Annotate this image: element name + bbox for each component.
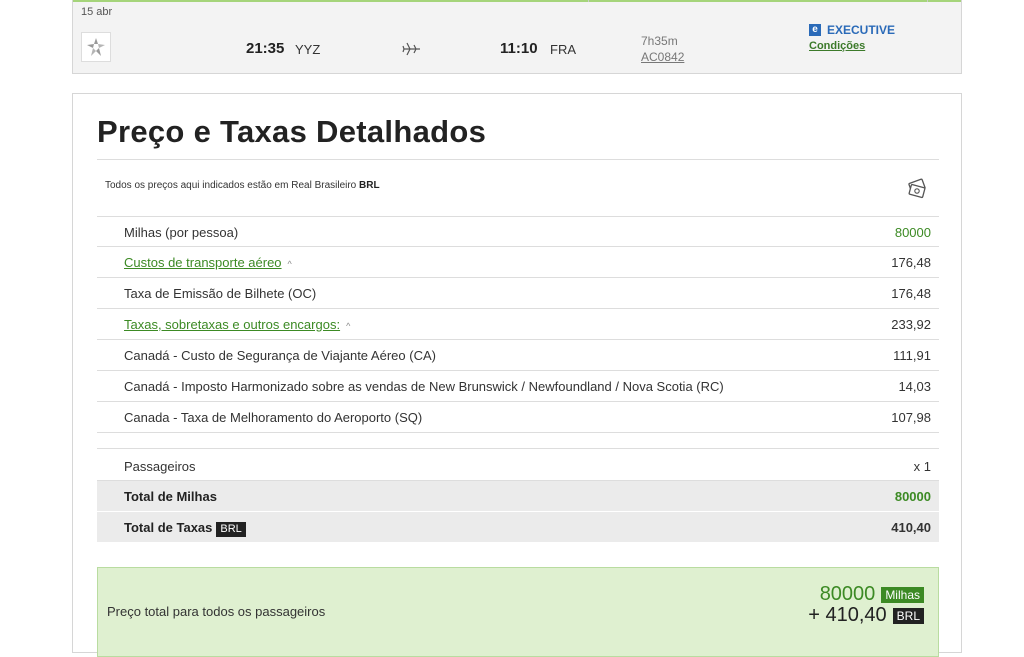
total-taxes-value: 410,40 [891,520,931,535]
star-alliance-logo-icon [81,32,111,62]
miles-tag: Milhas [881,586,924,603]
grand-total-money: + 410,40 BRL [808,604,924,627]
row-label: Canada - Taxa de Melhoramento do Aeropor… [124,410,423,425]
flight-date: 15 abr [81,6,113,18]
currency-code: BRL [359,180,380,191]
passengers-label: Passageiros [124,459,196,474]
total-miles-label: Total de Milhas [124,489,217,504]
card-top-border [73,0,961,2]
passengers-row: Passageiros x 1 [97,449,939,481]
row-value: 176,48 [891,255,931,270]
row-value: 14,03 [898,379,931,394]
plane-icon [402,42,420,56]
currency-note: Todos os preços aqui indicados estão em … [105,180,380,191]
cabin-class: EXECUTIVE [827,23,896,37]
currency-note-text: Todos os preços aqui indicados estão em … [105,180,357,191]
grand-total-miles: 80000 Milhas [820,583,924,606]
grand-total-box: Preço total para todos os passageiros 80… [97,567,939,657]
caret-up-icon[interactable]: ^ [288,259,292,269]
currency-tag: BRL [216,522,246,537]
row-label: Canadá - Custo de Segurança de Viajante … [124,348,436,363]
row-label: Milhas (por pessoa) [124,225,239,240]
passengers-count: x 1 [913,459,931,474]
arrival-time: 11:10 [500,40,538,57]
arrival-airport: FRA [550,42,576,57]
row-value: 107,98 [891,410,931,425]
total-taxes-row: Total de Taxas BRL 410,40 [97,512,939,543]
total-miles-row: Total de Milhas 80000 [97,481,939,512]
price-row-air-transport[interactable]: Custos de transporte aéreo ^ 176,48 [97,247,939,278]
caret-up-icon[interactable]: ^ [346,321,350,331]
air-transport-costs-toggle[interactable]: Custos de transporte aéreo ^ [124,255,292,270]
money-exchange-icon[interactable] [905,177,929,199]
flight-number-link[interactable]: AC0842 [641,50,684,64]
price-row-ticket-fee: Taxa de Emissão de Bilhete (OC) 176,48 [97,278,939,309]
row-value: 80000 [894,225,931,240]
page-title: Preço e Taxas Detalhados [97,114,487,149]
departure-time: 21:35 [246,40,285,57]
title-divider [97,159,939,160]
grand-total-label: Preço total para todos os passageiros [107,604,326,619]
row-value: 233,92 [891,317,931,332]
price-row-rc: Canadá - Imposto Harmonizado sobre as ve… [97,371,939,402]
column-divider [588,0,589,2]
price-row-ca: Canadá - Custo de Segurança de Viajante … [97,340,939,371]
departure-airport: YYZ [295,42,321,57]
price-row-miles: Milhas (por pessoa) 80000 [97,216,939,247]
price-row-taxes[interactable]: Taxas, sobretaxas e outros encargos: ^ 23… [97,309,939,340]
price-breakdown-table: Milhas (por pessoa) 80000 Custos de tran… [97,216,939,543]
row-label: Taxa de Emissão de Bilhete (OC) [124,286,317,301]
cabin-class-icon: e [809,24,821,36]
flight-summary-card: 15 abr 21:35 YYZ 11:10 FRA 7h35m AC0842 … [72,0,962,74]
row-value: 176,48 [891,286,931,301]
total-miles-value: 80000 [894,489,931,504]
total-taxes-label: Total de Taxas BRL [124,520,246,537]
price-row-sq: Canada - Taxa de Melhoramento do Aeropor… [97,402,939,433]
flight-duration: 7h35m [641,34,678,48]
currency-tag: BRL [892,607,924,624]
column-divider [927,0,928,2]
row-spacer [97,433,939,449]
row-value: 111,91 [893,348,931,363]
price-details-panel: Preço e Taxas Detalhados Todos os preços… [72,93,962,657]
taxes-surcharges-toggle[interactable]: Taxas, sobretaxas e outros encargos: ^ [124,317,350,332]
row-label: Canadá - Imposto Harmonizado sobre as ve… [124,379,724,394]
conditions-link[interactable]: Condições [809,40,865,52]
